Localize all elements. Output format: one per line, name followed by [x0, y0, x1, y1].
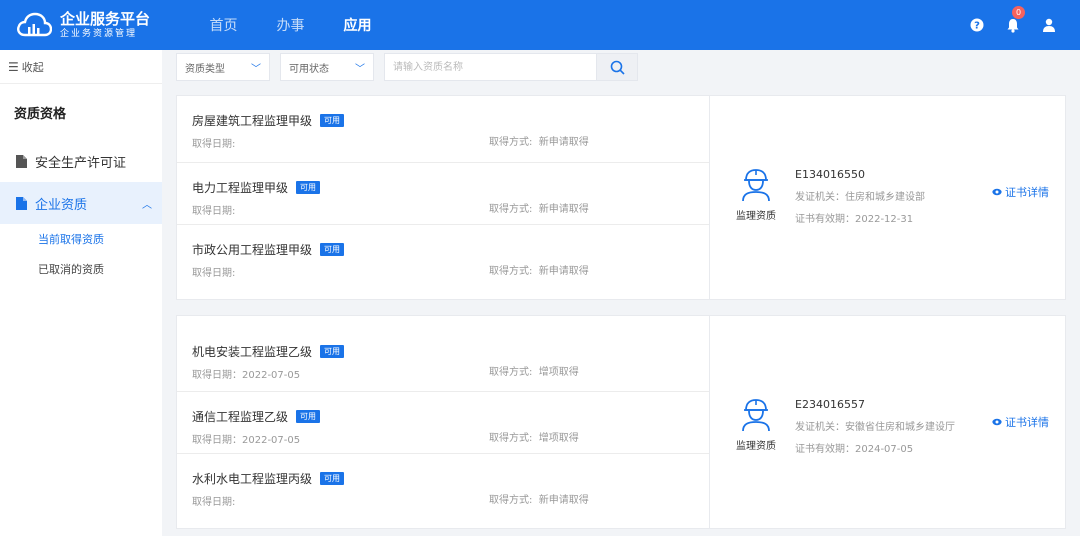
- sidebar-item-safety-license[interactable]: 安全生产许可证: [0, 140, 162, 182]
- status-badge: 可用: [320, 114, 345, 127]
- certificate-number: E134016550: [795, 168, 865, 181]
- sidebar-section-title: 资质资格: [14, 106, 67, 122]
- acquire-date: 取得日期：2022-07-05: [192, 435, 301, 446]
- collapse-label: 收起: [21, 60, 44, 74]
- list-item: 通信工程监理乙级 可用 取得日期：2022-07-05 取得方式: 增项取得: [177, 392, 709, 454]
- acquire-method: 取得方式: 增项取得: [489, 367, 579, 378]
- svg-text:?: ?: [974, 21, 980, 32]
- top-header: 企业服务平台 企业务资源管理 首页 办事 应用 ? 0: [0, 0, 1080, 50]
- certificate-type-label: 监理资质: [736, 211, 776, 222]
- collapse-icon: ☰: [8, 59, 19, 74]
- engineer-helmet-icon: [742, 169, 770, 202]
- eye-icon: [992, 188, 1002, 196]
- qualification-name: 房屋建筑工程监理甲级: [192, 114, 313, 128]
- certificate-detail-link[interactable]: 证书详情: [992, 414, 1049, 430]
- sidebar: ☰ 收起 资质资格 安全生产许可证 企业资质 ︿ 当前取得资质 已取消的资质: [0, 50, 162, 536]
- acquire-method: 取得方式: 新申请取得: [489, 495, 589, 506]
- acquire-method: 取得方式: 新申请取得: [489, 137, 589, 148]
- certificate-detail-label: 证书详情: [1005, 186, 1049, 199]
- status-badge: 可用: [296, 410, 321, 423]
- header-actions: ? 0: [950, 0, 1058, 50]
- acquire-date: 取得日期:: [192, 139, 236, 150]
- acquire-date: 取得日期:: [192, 268, 236, 279]
- document-icon: [16, 196, 27, 210]
- certificate-issuer: 发证机关：住房和城乡建设部: [795, 192, 925, 203]
- nav-apps[interactable]: 应用: [324, 15, 391, 35]
- qualification-name: 通信工程监理乙级: [192, 410, 289, 424]
- qualification-list: 机电安装工程监理乙级 可用 取得日期：2022-07-05 取得方式: 增项取得 …: [177, 316, 710, 528]
- list-item: 房屋建筑工程监理甲级 可用 取得日期: 取得方式: 新申请取得: [177, 96, 709, 163]
- list-item: 电力工程监理甲级 可用 取得日期: 取得方式: 新申请取得: [177, 163, 709, 225]
- qualification-name: 水利水电工程监理丙级: [192, 472, 313, 486]
- engineer-helmet-icon: [742, 399, 770, 432]
- notification-badge: 0: [1012, 6, 1025, 19]
- select-value: 可用状态: [289, 63, 329, 75]
- user-icon[interactable]: [1040, 16, 1058, 34]
- search-button[interactable]: [596, 53, 638, 81]
- bell-icon[interactable]: 0: [1004, 6, 1025, 34]
- sidebar-subitem-current[interactable]: 当前取得资质: [0, 224, 162, 254]
- certificate-panel: 监理资质 E134016550 发证机关：住房和城乡建设部 证书有效期：2022…: [710, 96, 1065, 299]
- search-group: [384, 53, 638, 81]
- status-badge: 可用: [320, 243, 345, 256]
- certificate-info: E134016550 发证机关：住房和城乡建设部 证书有效期：2022-12-3…: [795, 168, 925, 225]
- certificate-detail-label: 证书详情: [1005, 416, 1049, 429]
- search-input[interactable]: [384, 53, 596, 81]
- acquire-date: 取得日期:: [192, 497, 236, 508]
- acquire-date: 取得日期：2022-07-05: [192, 370, 301, 381]
- list-item: 机电安装工程监理乙级 可用 取得日期：2022-07-05 取得方式: 增项取得: [177, 316, 709, 392]
- status-badge: 可用: [296, 181, 321, 194]
- certificate-panel: 监理资质 E234016557 发证机关：安徽省住房和城乡建设厅 证书有效期：2…: [710, 316, 1065, 528]
- search-icon: [610, 60, 625, 75]
- list-item: 水利水电工程监理丙级 可用 取得日期: 取得方式: 新申请取得: [177, 454, 709, 516]
- chevron-up-icon: ︿: [142, 200, 152, 211]
- acquire-method: 取得方式: 新申请取得: [489, 266, 589, 277]
- nav-home[interactable]: 首页: [190, 15, 257, 35]
- certificate-validity: 证书有效期：2022-12-31: [795, 214, 914, 225]
- eye-icon: [992, 418, 1002, 426]
- sidebar-item-label: 安全生产许可证: [35, 155, 127, 171]
- select-value: 资质类型: [185, 63, 225, 75]
- certificate-validity: 证书有效期：2024-07-05: [795, 444, 914, 455]
- certificate-detail-link[interactable]: 证书详情: [992, 184, 1049, 200]
- chevron-down-icon: ﹀: [355, 63, 365, 75]
- certificate-type-label: 监理资质: [736, 441, 776, 452]
- help-icon[interactable]: ?: [968, 16, 986, 34]
- acquire-method: 取得方式: 新申请取得: [489, 204, 589, 215]
- app-title: 企业服务平台: [60, 9, 151, 28]
- qualification-type-select[interactable]: 资质类型 ﹀: [176, 53, 270, 81]
- acquire-method: 取得方式: 增项取得: [489, 433, 579, 444]
- status-badge: 可用: [320, 345, 345, 358]
- collapse-button[interactable]: ☰ 收起: [0, 50, 162, 84]
- certificate-type: 监理资质: [732, 396, 780, 452]
- qualification-card: 房屋建筑工程监理甲级 可用 取得日期: 取得方式: 新申请取得 电力工程监理甲级可…: [176, 95, 1066, 300]
- qualification-card: 机电安装工程监理乙级 可用 取得日期：2022-07-05 取得方式: 增项取得 …: [176, 315, 1066, 529]
- nav-affairs[interactable]: 办事: [257, 15, 324, 35]
- sidebar-subitem-cancelled[interactable]: 已取消的资质: [0, 254, 162, 284]
- list-item: 市政公用工程监理甲级 可用 取得日期: 取得方式: 新申请取得: [177, 225, 709, 287]
- acquire-date: 取得日期:: [192, 206, 236, 217]
- qualification-list: 房屋建筑工程监理甲级 可用 取得日期: 取得方式: 新申请取得 电力工程监理甲级可…: [177, 96, 710, 299]
- status-badge: 可用: [320, 472, 345, 485]
- sidebar-item-enterprise-qualification[interactable]: 企业资质 ︿: [0, 182, 162, 224]
- certificate-issuer: 发证机关：安徽省住房和城乡建设厅: [795, 422, 955, 433]
- document-icon: [16, 154, 27, 168]
- certificate-type: 监理资质: [732, 166, 780, 222]
- app-subtitle: 企业务资源管理: [60, 28, 138, 39]
- cloud-logo-icon: [17, 12, 52, 37]
- certificate-number: E234016557: [795, 398, 865, 411]
- main-nav: 首页 办事 应用: [190, 15, 391, 35]
- qualification-name: 电力工程监理甲级: [192, 181, 289, 195]
- sidebar-item-label: 企业资质: [35, 197, 88, 213]
- chevron-down-icon: ﹀: [251, 63, 261, 75]
- certificate-info: E234016557 发证机关：安徽省住房和城乡建设厅 证书有效期：2024-0…: [795, 398, 955, 455]
- status-select[interactable]: 可用状态 ﹀: [280, 53, 374, 81]
- qualification-name: 市政公用工程监理甲级: [192, 243, 313, 257]
- qualification-name: 机电安装工程监理乙级: [192, 345, 313, 359]
- filter-bar: 资质类型 ﹀ 可用状态 ﹀: [176, 53, 638, 81]
- brand[interactable]: 企业服务平台 企业务资源管理: [0, 10, 180, 41]
